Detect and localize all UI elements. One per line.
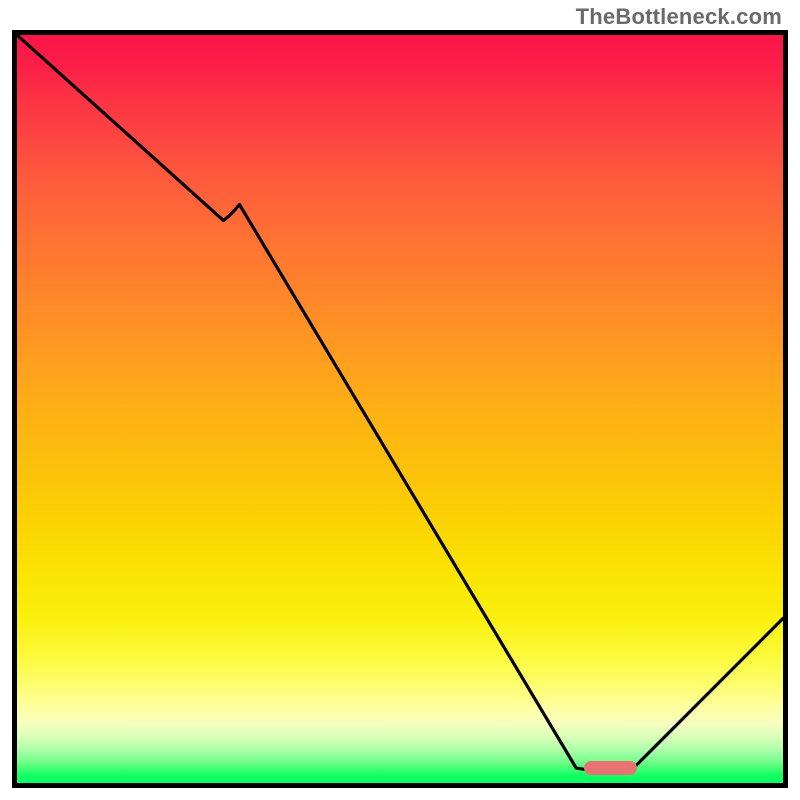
chart-background-gradient: [17, 35, 783, 783]
watermark-text: TheBottleneck.com: [576, 4, 782, 30]
optimal-range-marker: [584, 761, 638, 775]
chart-frame: [12, 30, 788, 788]
